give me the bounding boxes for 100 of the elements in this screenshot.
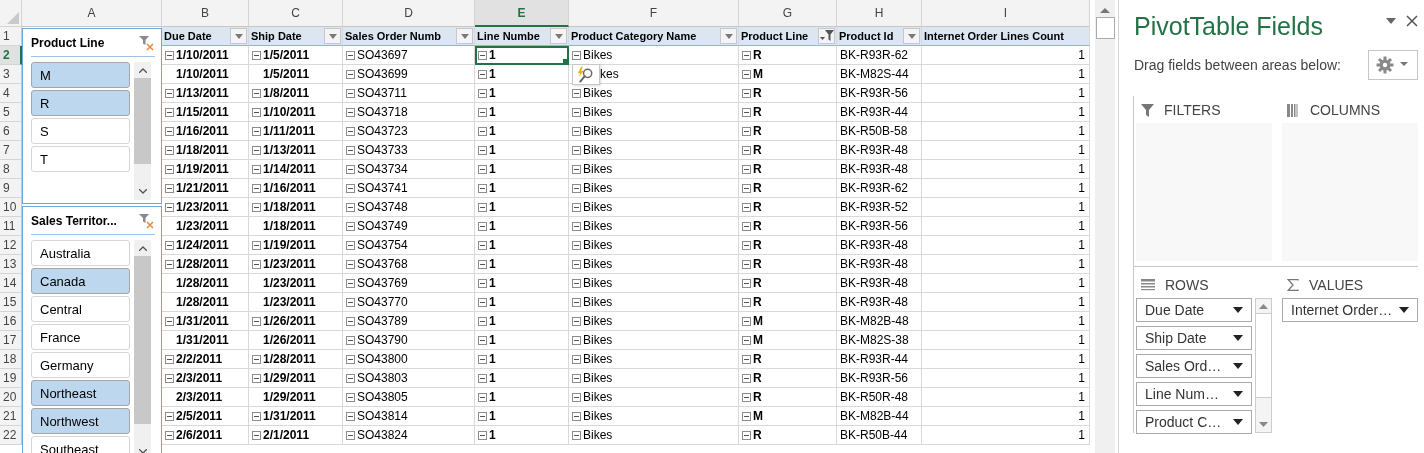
- collapse-icon[interactable]: [252, 88, 261, 98]
- collapse-icon[interactable]: [252, 259, 261, 269]
- field-button[interactable]: Line Num…: [1136, 382, 1252, 406]
- collapse-icon[interactable]: [252, 183, 261, 193]
- row-header[interactable]: 21: [0, 407, 22, 426]
- collapse-icon[interactable]: [165, 107, 174, 117]
- collapse-icon[interactable]: [346, 240, 355, 250]
- scroll-down-icon[interactable]: [138, 449, 147, 453]
- slicer-item[interactable]: Northeast: [31, 380, 130, 406]
- collapse-icon[interactable]: [165, 183, 174, 193]
- collapse-icon[interactable]: [742, 278, 751, 288]
- slicer-item[interactable]: Australia: [31, 240, 130, 266]
- slicer-item[interactable]: Germany: [31, 352, 130, 378]
- slicer-item[interactable]: S: [31, 118, 130, 144]
- collapse-icon[interactable]: [742, 411, 751, 421]
- collapse-icon[interactable]: [478, 183, 487, 193]
- collapse-icon[interactable]: [572, 183, 581, 193]
- row-header[interactable]: 19: [0, 369, 22, 388]
- field-button[interactable]: Internet Order…: [1282, 298, 1418, 322]
- row-header[interactable]: 8: [0, 160, 22, 179]
- column-header[interactable]: D: [343, 0, 475, 27]
- collapse-icon[interactable]: [742, 183, 751, 193]
- collapse-icon[interactable]: [252, 373, 261, 383]
- collapse-icon[interactable]: [252, 50, 261, 60]
- collapse-icon[interactable]: [572, 240, 581, 250]
- collapse-icon[interactable]: [252, 240, 261, 250]
- collapse-icon[interactable]: [165, 88, 174, 98]
- collapse-icon[interactable]: [742, 88, 751, 98]
- collapse-icon[interactable]: [252, 145, 261, 155]
- filter-applied-button[interactable]: [818, 28, 835, 44]
- collapse-icon[interactable]: [165, 145, 174, 155]
- collapse-icon[interactable]: [346, 411, 355, 421]
- collapse-icon[interactable]: [742, 126, 751, 136]
- collapse-icon[interactable]: [346, 50, 355, 60]
- collapse-icon[interactable]: [346, 354, 355, 364]
- collapse-icon[interactable]: [742, 240, 751, 250]
- collapse-icon[interactable]: [572, 221, 581, 231]
- scrollbar[interactable]: [1255, 298, 1272, 433]
- column-header[interactable]: F: [569, 0, 739, 27]
- scroll-down-icon[interactable]: [138, 189, 147, 194]
- collapse-icon[interactable]: [346, 259, 355, 269]
- row-header[interactable]: 22: [0, 426, 22, 445]
- collapse-icon[interactable]: [572, 126, 581, 136]
- collapse-icon[interactable]: [165, 354, 174, 364]
- slicer-item[interactable]: T: [31, 146, 130, 172]
- collapse-icon[interactable]: [165, 430, 174, 440]
- collapse-icon[interactable]: [742, 69, 751, 79]
- collapse-icon[interactable]: [572, 430, 581, 440]
- collapse-icon[interactable]: [478, 240, 487, 250]
- collapse-icon[interactable]: [346, 88, 355, 98]
- collapse-icon[interactable]: [478, 126, 487, 136]
- row-header[interactable]: 15: [0, 293, 22, 312]
- row-header[interactable]: 6: [0, 122, 22, 141]
- slicer-item[interactable]: France: [31, 324, 130, 350]
- scrollbar[interactable]: [1095, 0, 1115, 453]
- collapse-icon[interactable]: [478, 221, 487, 231]
- slicer-item[interactable]: Southeast: [31, 436, 130, 453]
- collapse-icon[interactable]: [165, 126, 174, 136]
- collapse-icon[interactable]: [478, 202, 487, 212]
- collapse-icon[interactable]: [572, 373, 581, 383]
- collapse-icon[interactable]: [572, 335, 581, 345]
- scrollbar[interactable]: [134, 62, 151, 200]
- row-header[interactable]: 3: [0, 65, 22, 84]
- close-icon[interactable]: [1406, 15, 1418, 27]
- collapse-icon[interactable]: [478, 316, 487, 326]
- collapse-icon[interactable]: [742, 392, 751, 402]
- collapse-icon[interactable]: [165, 259, 174, 269]
- collapse-icon[interactable]: [742, 259, 751, 269]
- collapse-icon[interactable]: [742, 373, 751, 383]
- collapse-icon[interactable]: [572, 316, 581, 326]
- collapse-icon[interactable]: [346, 316, 355, 326]
- collapse-icon[interactable]: [742, 316, 751, 326]
- row-header[interactable]: 5: [0, 103, 22, 122]
- row-header[interactable]: 17: [0, 331, 22, 350]
- collapse-icon[interactable]: [742, 202, 751, 212]
- collapse-icon[interactable]: [346, 430, 355, 440]
- field-button[interactable]: Due Date: [1136, 298, 1252, 322]
- scroll-up-icon[interactable]: [138, 246, 147, 251]
- collapse-icon[interactable]: [572, 354, 581, 364]
- collapse-icon[interactable]: [478, 88, 487, 98]
- row-header[interactable]: 4: [0, 84, 22, 103]
- slicer-item[interactable]: Northwest: [31, 408, 130, 434]
- filter-dropdown-button[interactable]: [550, 28, 567, 44]
- collapse-icon[interactable]: [742, 164, 751, 174]
- collapse-icon[interactable]: [346, 335, 355, 345]
- field-button[interactable]: Product C…: [1136, 410, 1252, 434]
- collapse-icon[interactable]: [252, 411, 261, 421]
- collapse-icon[interactable]: [478, 297, 487, 307]
- column-header[interactable]: H: [837, 0, 922, 27]
- collapse-icon[interactable]: [252, 107, 261, 117]
- collapse-icon[interactable]: [165, 411, 174, 421]
- collapse-icon[interactable]: [572, 88, 581, 98]
- collapse-icon[interactable]: [478, 278, 487, 288]
- collapse-icon[interactable]: [572, 297, 581, 307]
- collapse-icon[interactable]: [478, 411, 487, 421]
- collapse-icon[interactable]: [252, 202, 261, 212]
- collapse-icon[interactable]: [252, 430, 261, 440]
- slicer-item[interactable]: M: [31, 62, 130, 88]
- scrollbar[interactable]: [134, 240, 151, 453]
- collapse-icon[interactable]: [346, 164, 355, 174]
